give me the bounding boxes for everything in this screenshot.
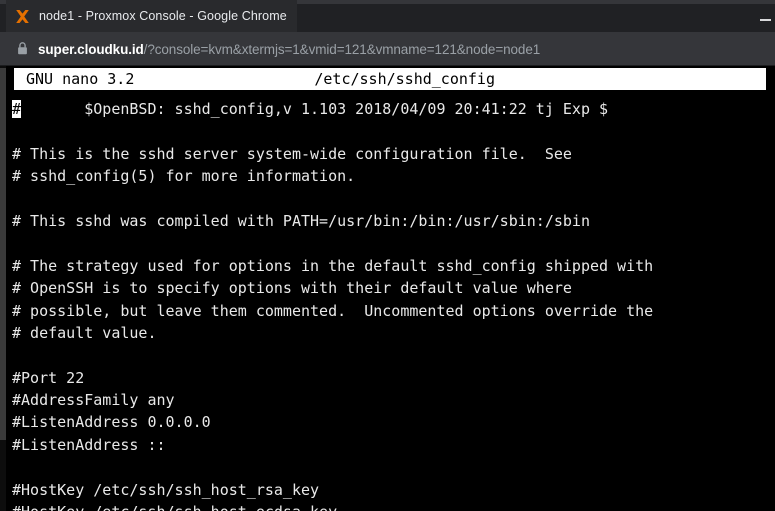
window-minimize-button[interactable] xyxy=(760,19,771,21)
terminal-screen: GNU nano 3.2 /etc/ssh/sshd_config # $Ope… xyxy=(6,66,775,511)
terminal-line: # OpenSSH is to specify options with the… xyxy=(12,279,572,298)
terminal-line: # The strategy used for options in the d… xyxy=(12,256,654,275)
nano-edit-area[interactable]: # $OpenBSD: sshd_config,v 1.103 2018/04/… xyxy=(12,98,775,511)
nano-version-label: GNU nano 3.2 xyxy=(26,69,135,88)
terminal-line: # default value. xyxy=(12,323,157,342)
chrome-browser-window: node1 - Proxmox Console - Google Chrome … xyxy=(0,0,775,511)
url-domain: super.cloudku.id xyxy=(38,41,144,57)
nano-filename-label: /etc/ssh/sshd_config xyxy=(314,69,495,88)
terminal-line: # This sshd was compiled with PATH=/usr/… xyxy=(12,211,590,230)
terminal-line: #AddressFamily any xyxy=(12,391,175,410)
terminal-line: #Port 22 xyxy=(12,368,85,387)
browser-toolbar: super.cloudku.id/?console=kvm&xtermjs=1&… xyxy=(0,32,775,66)
browser-tab-title: node1 - Proxmox Console - Google Chrome xyxy=(39,8,287,23)
terminal-line: #ListenAddress :: xyxy=(12,435,166,454)
address-bar[interactable]: super.cloudku.id/?console=kvm&xtermjs=1&… xyxy=(38,32,540,66)
terminal-line: # $OpenBSD: sshd_config,v 1.103 2018/04/… xyxy=(12,100,609,118)
terminal-line: # possible, but leave them commented. Un… xyxy=(12,301,654,320)
terminal-line: # This is the sshd server system-wide co… xyxy=(12,144,572,163)
tab-strip: node1 - Proxmox Console - Google Chrome xyxy=(0,0,775,32)
url-path: /?console=kvm&xtermjs=1&vmid=121&vmname=… xyxy=(143,41,541,57)
browser-tab-active[interactable]: node1 - Proxmox Console - Google Chrome xyxy=(6,0,297,32)
terminal-line: #ListenAddress 0.0.0.0 xyxy=(12,413,211,432)
proxmox-logo-icon xyxy=(14,8,31,25)
terminal-line: # sshd_config(5) for more information. xyxy=(12,167,356,186)
terminal-line: #HostKey /etc/ssh/ssh_host_rsa_key xyxy=(12,480,320,499)
text-cursor: # xyxy=(12,100,22,118)
nano-title-bar: GNU nano 3.2 /etc/ssh/sshd_config xyxy=(14,68,766,90)
xterm-terminal[interactable]: GNU nano 3.2 /etc/ssh/sshd_config # $Ope… xyxy=(0,66,775,511)
lock-icon[interactable] xyxy=(16,41,29,56)
